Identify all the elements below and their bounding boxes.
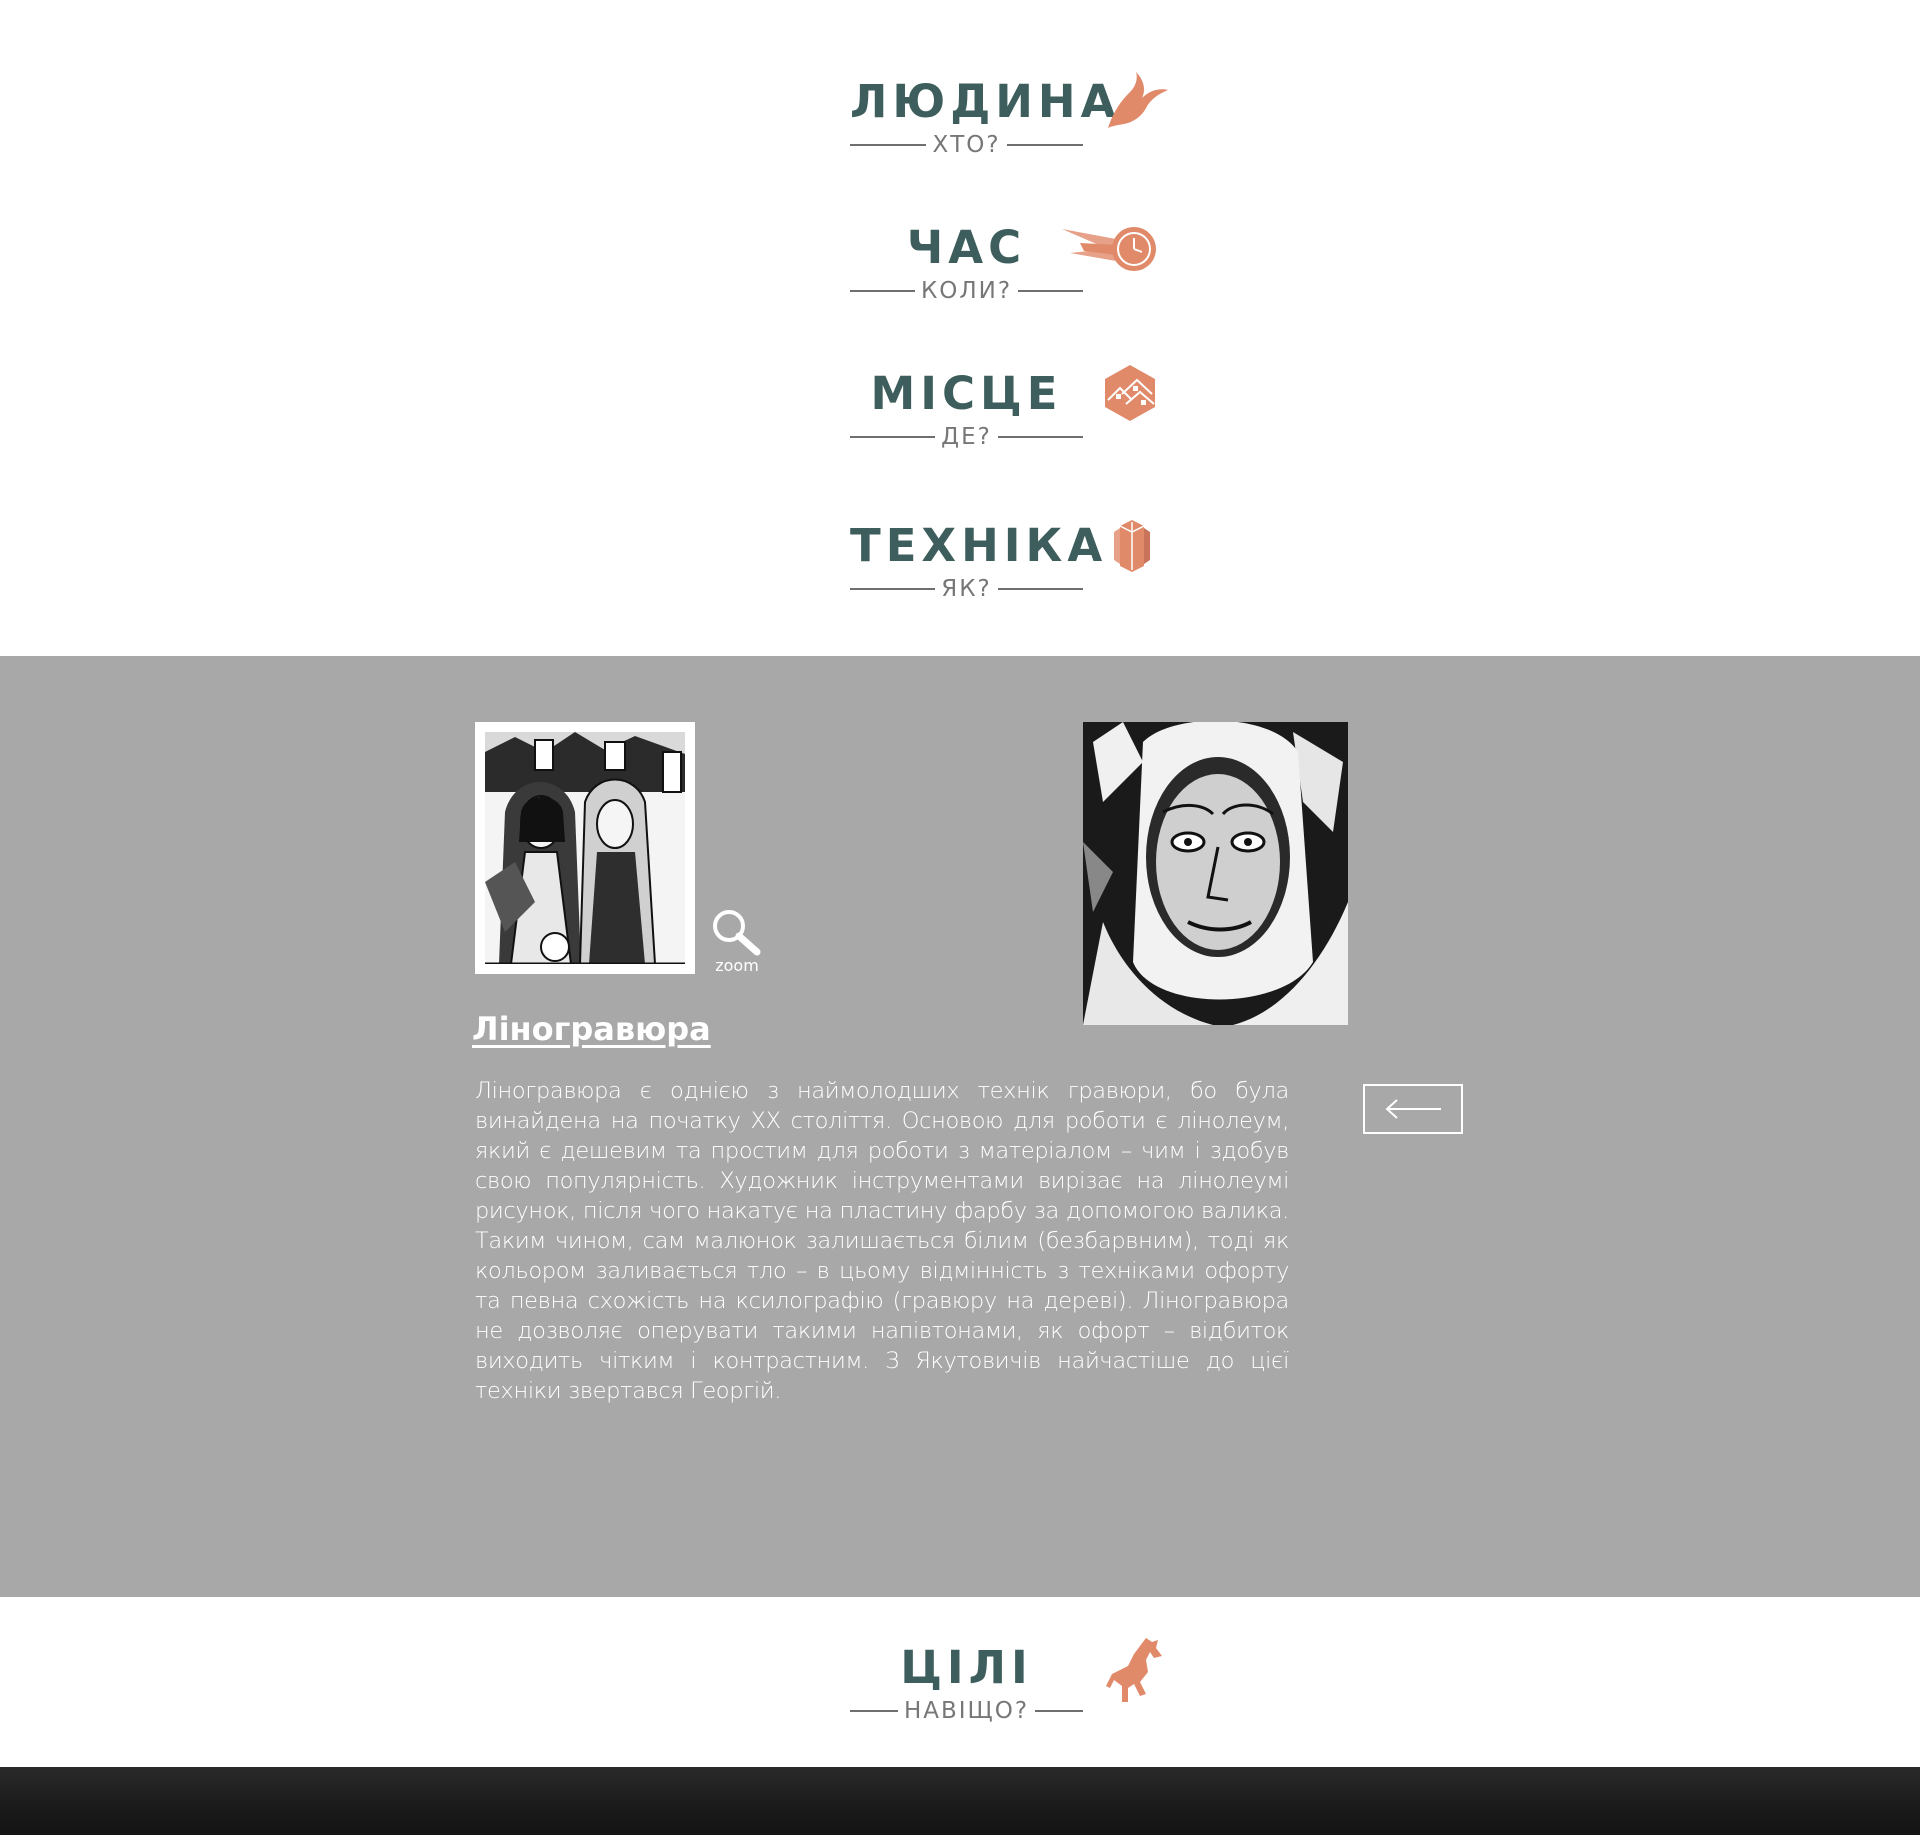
nav-subtitle: ЯК?: [941, 576, 992, 602]
divider: [850, 436, 936, 438]
divider: [850, 144, 927, 146]
nav-subtitle-row: ДЕ?: [850, 423, 1083, 451]
nav-item-time[interactable]: ЧАС КОЛИ?: [850, 220, 1084, 310]
nav-subtitle: НАВІЩО?: [903, 1698, 1030, 1724]
section-heading-link[interactable]: Ліногравюра: [472, 1010, 711, 1048]
zoom-button[interactable]: zoom: [709, 908, 769, 978]
nav-title: ЧАС: [906, 221, 1027, 274]
horse-icon: [1106, 1638, 1162, 1702]
nav-subtitle-row: КОЛИ?: [850, 277, 1084, 305]
clock-icon: [1062, 227, 1156, 271]
portrait-artwork-image: [1083, 722, 1348, 1025]
nav-item-goals[interactable]: ЦІЛІ НАВІЩО?: [850, 1640, 1083, 1730]
article-body-text: Ліногравюра є однією з наймолодших техні…: [475, 1078, 1289, 1404]
divider: [850, 1710, 898, 1712]
arrow-left-icon: [1385, 1099, 1441, 1119]
nav-item-person[interactable]: ЛЮДИНА ХТО?: [850, 74, 1121, 164]
swallow-icon: [1108, 72, 1168, 128]
divider: [1018, 290, 1084, 292]
divider: [997, 588, 1083, 590]
zoom-label: zoom: [715, 956, 759, 975]
nav-title: ТЕХНІКА: [850, 519, 1108, 572]
divider: [850, 290, 915, 292]
nav-subtitle: ДЕ?: [941, 424, 992, 450]
divider: [850, 588, 936, 590]
nav-subtitle-row: НАВІЩО?: [850, 1697, 1083, 1725]
footer-background: [0, 1767, 1920, 1835]
crystal-icon: [1114, 520, 1150, 572]
divider: [1035, 1710, 1083, 1712]
nav-subtitle-row: ХТО?: [850, 131, 1083, 159]
nav-subtitle: ХТО?: [932, 132, 1001, 158]
magnifier-icon: [713, 910, 761, 956]
nav-title: МІСЦЕ: [870, 367, 1063, 420]
artwork-thumbnail[interactable]: [475, 722, 695, 974]
nav-subtitle-row: ЯК?: [850, 575, 1083, 603]
linocut-artwork-image: [485, 732, 685, 964]
divider: [997, 436, 1083, 438]
nav-item-technique[interactable]: ТЕХНІКА ЯК?: [850, 518, 1108, 608]
nav-item-place[interactable]: МІСЦЕ ДЕ?: [850, 366, 1083, 456]
nav-title: ЛЮДИНА: [850, 75, 1121, 128]
houses-hexagon-icon: [1105, 365, 1155, 421]
nav-title: ЦІЛІ: [900, 1641, 1033, 1694]
divider: [1006, 144, 1083, 146]
back-button[interactable]: [1363, 1084, 1463, 1134]
nav-subtitle: КОЛИ?: [920, 278, 1013, 304]
